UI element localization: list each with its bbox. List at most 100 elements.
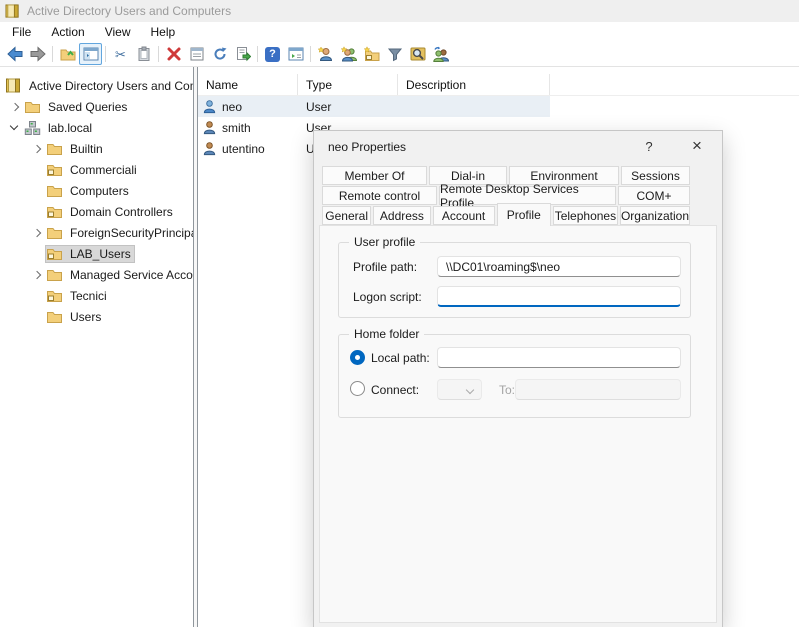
list-row-neo[interactable]: neo User — [198, 96, 550, 117]
help-button[interactable]: ? — [261, 43, 284, 65]
title-bar: Active Directory Users and Computers — [0, 0, 799, 22]
tree-item-users[interactable]: Users — [0, 306, 193, 327]
properties-icon — [189, 46, 205, 62]
local-path-radio[interactable] — [350, 350, 365, 365]
tree-item-saved-queries[interactable]: Saved Queries — [0, 96, 193, 117]
ou-folder-icon — [46, 162, 63, 178]
tree-item-lab-users[interactable]: LAB_Users — [0, 243, 193, 264]
refresh-icon — [212, 46, 228, 62]
menu-bar: File Action View Help — [0, 22, 799, 42]
chevron-right-icon[interactable] — [28, 140, 46, 158]
column-header-description[interactable]: Description — [398, 74, 550, 95]
tree-item-computers[interactable]: Computers — [0, 180, 193, 201]
find-icon — [410, 46, 426, 62]
forward-button[interactable] — [26, 43, 49, 65]
drive-letter-dropdown[interactable] — [437, 379, 482, 400]
tree-item-label: Domain Controllers — [67, 204, 176, 220]
profile-path-input[interactable] — [437, 256, 681, 277]
menu-view[interactable]: View — [95, 23, 141, 41]
chevron-placeholder — [28, 245, 46, 263]
connect-to-input[interactable] — [515, 379, 681, 400]
tree-item-label: Commerciali — [67, 162, 140, 178]
tab-member-of[interactable]: Member Of — [322, 166, 427, 185]
user-profile-legend: User profile — [349, 235, 420, 249]
tab-remote-control[interactable]: Remote control — [322, 186, 437, 205]
chevron-right-icon[interactable] — [28, 224, 46, 242]
export-list-button[interactable] — [231, 43, 254, 65]
new-organizational-unit-button[interactable] — [360, 43, 383, 65]
new-group-button[interactable] — [337, 43, 360, 65]
properties-button[interactable] — [185, 43, 208, 65]
chevron-placeholder — [28, 203, 46, 221]
show-hide-console-tree-button[interactable] — [79, 43, 102, 65]
folder-icon — [46, 267, 63, 283]
folder-icon — [46, 309, 63, 325]
console-app-icon — [5, 4, 20, 19]
cut-button[interactable]: ✂ — [109, 43, 132, 65]
find-objects-button[interactable] — [406, 43, 429, 65]
tree-item-foreign-security-principals[interactable]: ForeignSecurityPrincipals — [0, 222, 193, 243]
ou-folder-icon — [46, 204, 63, 220]
logon-script-input[interactable] — [437, 286, 681, 307]
filter-options-button[interactable] — [383, 43, 406, 65]
up-one-level-button[interactable] — [56, 43, 79, 65]
tab-address[interactable]: Address — [373, 206, 430, 225]
tree-item-managed-service-accounts[interactable]: Managed Service Accounts — [0, 264, 193, 285]
tab-telephones[interactable]: Telephones — [553, 206, 618, 225]
tab-com-plus[interactable]: COM+ — [618, 186, 690, 205]
tree-item-lab-local[interactable]: lab.local — [0, 117, 193, 138]
chevron-right-icon[interactable] — [6, 98, 24, 116]
tree-item-domain-controllers[interactable]: Domain Controllers — [0, 201, 193, 222]
to-label: To: — [499, 383, 515, 397]
toolbar-separator — [310, 46, 311, 62]
logon-script-label: Logon script: — [353, 290, 422, 304]
tree-item-commerciali[interactable]: Commerciali — [0, 159, 193, 180]
tab-profile[interactable]: Profile — [497, 203, 551, 226]
local-path-input[interactable] — [437, 347, 681, 368]
menu-action[interactable]: Action — [41, 23, 94, 41]
show-hide-action-pane-icon — [288, 46, 304, 62]
tree-item-tecnici[interactable]: Tecnici — [0, 285, 193, 306]
cut-icon: ✂ — [115, 48, 126, 61]
delete-button[interactable] — [162, 43, 185, 65]
ou-folder-icon — [46, 246, 63, 262]
home-folder-group: Home folder Local path: Connect: To: — [338, 334, 691, 418]
tree-item-builtin[interactable]: Builtin — [0, 138, 193, 159]
chevron-right-icon[interactable] — [28, 266, 46, 284]
dialog-close-button[interactable]: × — [678, 131, 716, 161]
list-cell-name: utentino — [222, 142, 265, 156]
dialog-help-button[interactable]: ? — [632, 131, 666, 161]
tab-strip: Member Of Dial-in Environment Sessions R… — [322, 166, 690, 227]
tree-item-label: Managed Service Accounts — [67, 267, 193, 283]
back-icon — [7, 46, 23, 62]
tab-account[interactable]: Account — [433, 206, 495, 225]
change-user-button[interactable] — [429, 43, 452, 65]
column-header-name[interactable]: Name — [198, 74, 298, 95]
tab-sessions[interactable]: Sessions — [621, 166, 690, 185]
dialog-title-bar[interactable]: neo Properties ? × — [314, 131, 722, 164]
column-header-type[interactable]: Type — [298, 74, 398, 95]
delete-icon — [166, 46, 182, 62]
refresh-button[interactable] — [208, 43, 231, 65]
back-button[interactable] — [3, 43, 26, 65]
tab-general[interactable]: General — [322, 206, 371, 225]
new-user-button[interactable] — [314, 43, 337, 65]
toolbar: ✂ ? — [0, 42, 799, 67]
folder-icon — [24, 99, 41, 115]
paste-button[interactable] — [132, 43, 155, 65]
connect-radio[interactable] — [350, 381, 365, 396]
console-tree: Active Directory Users and Computers Sav… — [0, 67, 193, 627]
paste-icon — [136, 46, 152, 62]
tree-item-label: Active Directory Users and Computers — [26, 78, 193, 94]
menu-file[interactable]: File — [2, 23, 41, 41]
tree-item-root[interactable]: Active Directory Users and Computers — [0, 75, 193, 96]
show-hide-action-pane-button[interactable] — [284, 43, 307, 65]
tab-organization[interactable]: Organization — [620, 206, 690, 225]
tree-item-label: Saved Queries — [45, 99, 130, 115]
user-icon — [202, 99, 217, 114]
tree-item-label: Users — [67, 309, 104, 325]
menu-help[interactable]: Help — [141, 23, 186, 41]
new-group-icon — [341, 46, 357, 62]
domain-icon — [24, 120, 41, 136]
chevron-down-icon[interactable] — [6, 119, 24, 137]
